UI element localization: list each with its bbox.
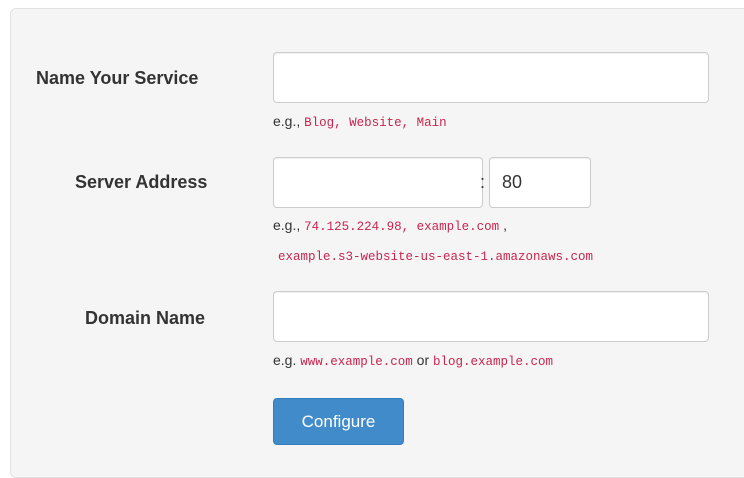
help-prefix: e.g.: [273, 352, 297, 368]
help-examples: example.s3-website-us-east-1.amazonaws.c…: [278, 250, 594, 264]
server-host-input[interactable]: [273, 157, 483, 208]
service-name-help: e.g., Blog, Website, Main: [273, 113, 447, 130]
help-example-www: www.example.com: [300, 355, 413, 369]
help-prefix: e.g.,: [273, 113, 301, 129]
server-address-help: e.g., 74.125.224.98, example.com ,: [273, 217, 507, 234]
server-port-input[interactable]: [489, 157, 591, 208]
domain-name-input[interactable]: [273, 291, 709, 342]
service-name-label: Name Your Service: [36, 68, 199, 88]
server-address-help-line2: example.s3-website-us-east-1.amazonaws.c…: [278, 247, 593, 264]
help-or: or: [416, 352, 430, 368]
configure-button[interactable]: Configure: [273, 398, 404, 445]
domain-name-help: e.g. www.example.com or blog.example.com: [273, 352, 553, 369]
server-address-label: Server Address: [75, 172, 208, 192]
help-example-blog: blog.example.com: [433, 355, 554, 369]
help-prefix: e.g.,: [273, 217, 301, 233]
help-examples: 74.125.224.98, example.com: [304, 220, 500, 234]
service-name-input[interactable]: [273, 52, 709, 103]
help-comma: ,: [503, 217, 507, 233]
host-port-separator: :: [480, 172, 486, 192]
domain-name-label: Domain Name: [85, 308, 206, 328]
help-examples: Blog, Website, Main: [304, 116, 447, 130]
